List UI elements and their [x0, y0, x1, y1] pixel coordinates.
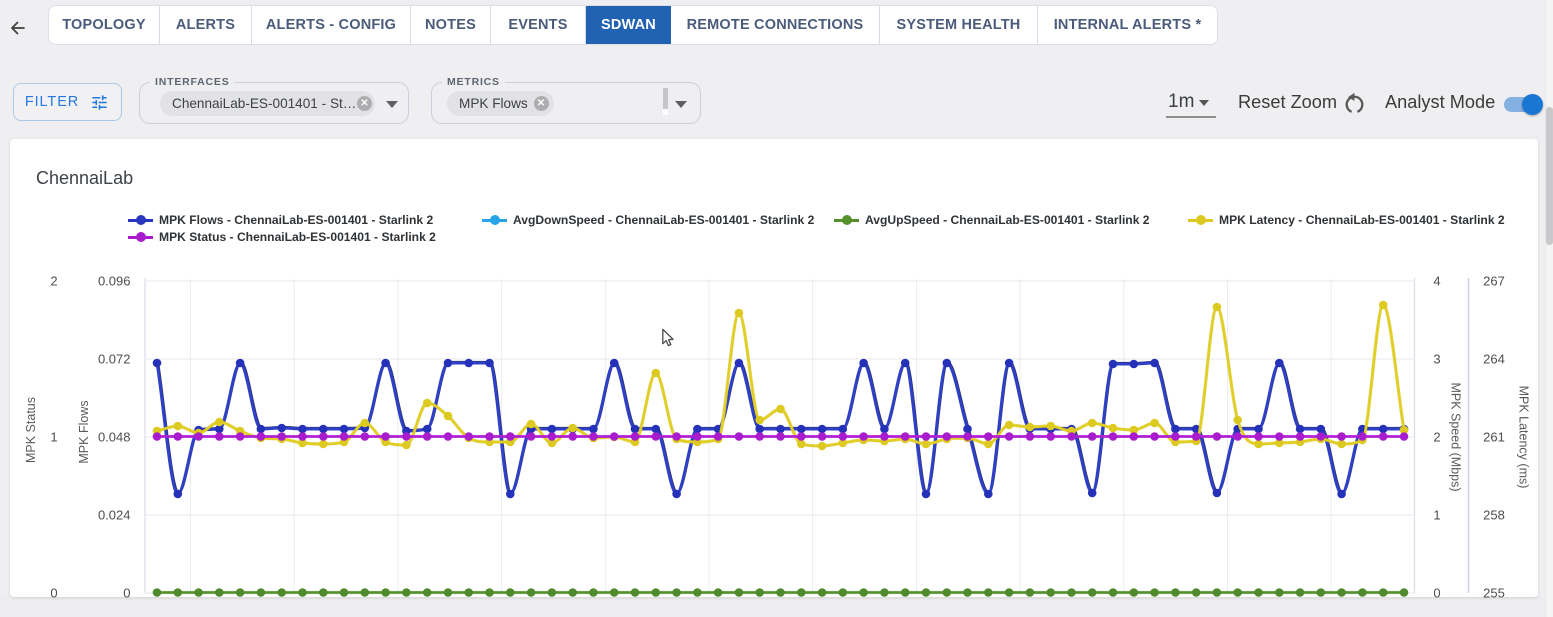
svg-text:4: 4: [1433, 274, 1440, 289]
svg-text:258: 258: [1483, 508, 1505, 523]
svg-text:267: 267: [1483, 274, 1505, 289]
svg-text:255: 255: [1483, 586, 1505, 601]
svg-text:3: 3: [1433, 352, 1440, 367]
svg-text:0: 0: [50, 586, 57, 601]
svg-text:0.072: 0.072: [98, 352, 131, 367]
svg-text:1: 1: [50, 430, 57, 445]
svg-text:0.096: 0.096: [98, 274, 131, 289]
svg-text:MPK Latency (ms): MPK Latency (ms): [1517, 386, 1531, 489]
svg-text:MPK Speed (Mbps): MPK Speed (Mbps): [1449, 382, 1463, 491]
svg-text:MPK Flows: MPK Flows: [77, 400, 91, 463]
svg-text:0: 0: [123, 586, 130, 601]
svg-text:MPK Status: MPK Status: [24, 397, 38, 463]
svg-text:0.024: 0.024: [98, 508, 131, 523]
svg-text:0: 0: [1433, 586, 1440, 601]
svg-text:1: 1: [1433, 508, 1440, 523]
svg-text:264: 264: [1483, 352, 1505, 367]
svg-text:2: 2: [1433, 430, 1440, 445]
svg-text:0.048: 0.048: [98, 430, 131, 445]
svg-text:261: 261: [1483, 430, 1505, 445]
svg-text:2: 2: [50, 274, 57, 289]
